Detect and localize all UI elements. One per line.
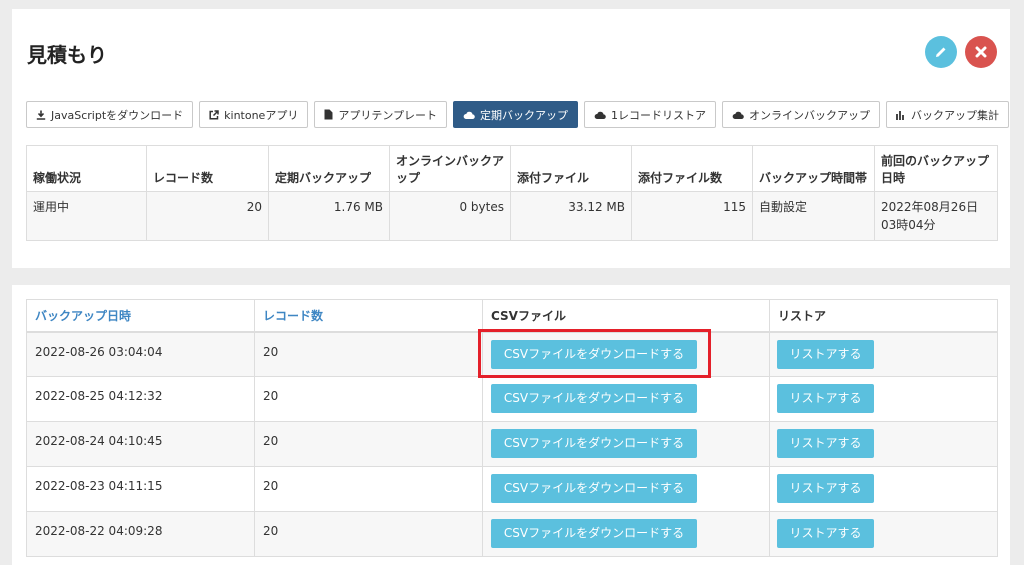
- tab-scheduled-backup[interactable]: 定期バックアップ: [453, 101, 578, 128]
- column-header: リストア: [769, 299, 998, 333]
- restore-button[interactable]: リストアする: [777, 474, 874, 503]
- bar-chart-icon: [896, 110, 906, 120]
- tab-label: バックアップ集計: [911, 108, 999, 122]
- csv-download-button[interactable]: CSVファイルをダウンロードする: [491, 519, 697, 548]
- tab-javascript-download[interactable]: JavaScriptをダウンロード: [26, 101, 194, 128]
- backup-datetime: 2022-08-25 04:12:32: [26, 376, 255, 422]
- column-header: 前回のバックアップ日時: [874, 145, 998, 192]
- backup-time-slot: 自動設定: [752, 191, 875, 241]
- scheduled-backup-size: 1.76 MB: [268, 191, 390, 241]
- pencil-icon: [936, 47, 946, 57]
- column-header: 稼働状況: [26, 145, 147, 192]
- cloud-icon: [594, 111, 606, 119]
- restore-button[interactable]: リストアする: [777, 384, 874, 413]
- record-count: 20: [254, 466, 483, 512]
- cloud-icon: [732, 111, 744, 119]
- tab-backup-summary[interactable]: バックアップ集計: [886, 101, 1009, 128]
- restore-button[interactable]: リストアする: [777, 429, 874, 458]
- download-icon: [36, 110, 46, 120]
- page-title: 見積もり: [27, 43, 107, 67]
- external-link-icon: [209, 109, 219, 120]
- restore-cell: リストアする: [769, 511, 998, 557]
- csv-cell: CSVファイルをダウンロードする: [482, 466, 770, 512]
- column-header: 添付ファイル: [510, 145, 632, 192]
- record-count: 20: [146, 191, 269, 241]
- tab-label: アプリテンプレート: [338, 108, 437, 122]
- attachment-size: 33.12 MB: [510, 191, 632, 241]
- record-count: 20: [254, 376, 483, 422]
- csv-download-button[interactable]: CSVファイルをダウンロードする: [491, 429, 697, 458]
- csv-cell: CSVファイルをダウンロードする: [482, 511, 770, 557]
- restore-button[interactable]: リストアする: [777, 519, 874, 548]
- backup-table: バックアップ日時 レコード数 CSVファイル リストア 2022-08-26 0…: [26, 299, 998, 557]
- restore-cell: リストアする: [769, 421, 998, 467]
- csv-cell: CSVファイルをダウンロードする: [482, 421, 770, 467]
- close-icon: [975, 46, 987, 58]
- restore-cell: リストアする: [769, 466, 998, 512]
- sort-record-count[interactable]: レコード数: [254, 299, 483, 333]
- backup-datetime: 2022-08-22 04:09:28: [26, 511, 255, 557]
- column-header: 定期バックアップ: [268, 145, 390, 192]
- table-row: 2022-08-24 04:10:45 20 CSVファイルをダウンロードする …: [26, 421, 998, 467]
- csv-download-button[interactable]: CSVファイルをダウンロードする: [491, 384, 697, 413]
- tab-bar: JavaScriptをダウンロード kintoneアプリ アプリテンプレート 定…: [26, 101, 1009, 128]
- tab-label: kintoneアプリ: [224, 108, 299, 122]
- column-header: オンラインバックアップ: [389, 145, 511, 192]
- backup-datetime: 2022-08-23 04:11:15: [26, 466, 255, 512]
- backup-list-panel: バックアップ日時 レコード数 CSVファイル リストア 2022-08-26 0…: [12, 285, 1010, 565]
- table-row: 2022-08-25 04:12:32 20 CSVファイルをダウンロードする …: [26, 376, 998, 422]
- tab-app-template[interactable]: アプリテンプレート: [314, 101, 447, 128]
- file-icon: [324, 109, 333, 120]
- record-count: 20: [254, 421, 483, 467]
- backup-datetime: 2022-08-26 03:04:04: [26, 331, 255, 377]
- tab-kintone-app[interactable]: kintoneアプリ: [199, 101, 309, 128]
- csv-cell: CSVファイルをダウンロードする: [482, 331, 770, 377]
- csv-download-button[interactable]: CSVファイルをダウンロードする: [491, 339, 697, 369]
- column-header: CSVファイル: [482, 299, 770, 333]
- backup-datetime: 2022-08-24 04:10:45: [26, 421, 255, 467]
- column-header: レコード数: [146, 145, 269, 192]
- status-table: 稼働状況 レコード数 定期バックアップ オンラインバックアップ 添付ファイル 添…: [26, 145, 998, 241]
- sort-backup-datetime[interactable]: バックアップ日時: [26, 299, 255, 333]
- tab-label: オンラインバックアップ: [749, 108, 870, 122]
- tab-label: 1レコードリストア: [611, 108, 706, 122]
- cloud-icon: [463, 111, 475, 119]
- column-header: バックアップ時間帯: [752, 145, 875, 192]
- restore-cell: リストアする: [769, 376, 998, 422]
- operation-status: 運用中: [26, 191, 147, 241]
- tab-label: 定期バックアップ: [480, 108, 568, 122]
- column-header: 添付ファイル数: [631, 145, 753, 192]
- backup-header-row: バックアップ日時 レコード数 CSVファイル リストア: [26, 299, 998, 333]
- last-backup-datetime: 2022年08月26日03時04分: [874, 191, 998, 241]
- tab-label: JavaScriptをダウンロード: [51, 108, 184, 122]
- status-value-row: 運用中 20 1.76 MB 0 bytes 33.12 MB 115 自動設定…: [26, 191, 998, 241]
- header-panel: 見積もり JavaScriptをダウンロード kintoneアプリ アプリテンプ…: [12, 9, 1010, 268]
- csv-cell: CSVファイルをダウンロードする: [482, 376, 770, 422]
- table-row: 2022-08-26 03:04:04 20 CSVファイルをダウンロードする …: [26, 331, 998, 377]
- table-row: 2022-08-23 04:11:15 20 CSVファイルをダウンロードする …: [26, 466, 998, 512]
- status-header-row: 稼働状況 レコード数 定期バックアップ オンラインバックアップ 添付ファイル 添…: [26, 145, 998, 192]
- record-count: 20: [254, 511, 483, 557]
- restore-cell: リストアする: [769, 331, 998, 377]
- csv-download-button[interactable]: CSVファイルをダウンロードする: [491, 474, 697, 503]
- online-backup-size: 0 bytes: [389, 191, 511, 241]
- table-row: 2022-08-22 04:09:28 20 CSVファイルをダウンロードする …: [26, 511, 998, 557]
- attachment-count: 115: [631, 191, 753, 241]
- restore-button[interactable]: リストアする: [777, 339, 874, 369]
- edit-button[interactable]: [925, 36, 957, 68]
- record-count: 20: [254, 331, 483, 377]
- close-button[interactable]: [965, 36, 997, 68]
- tab-single-record-restore[interactable]: 1レコードリストア: [584, 101, 716, 128]
- tab-online-backup[interactable]: オンラインバックアップ: [722, 101, 880, 128]
